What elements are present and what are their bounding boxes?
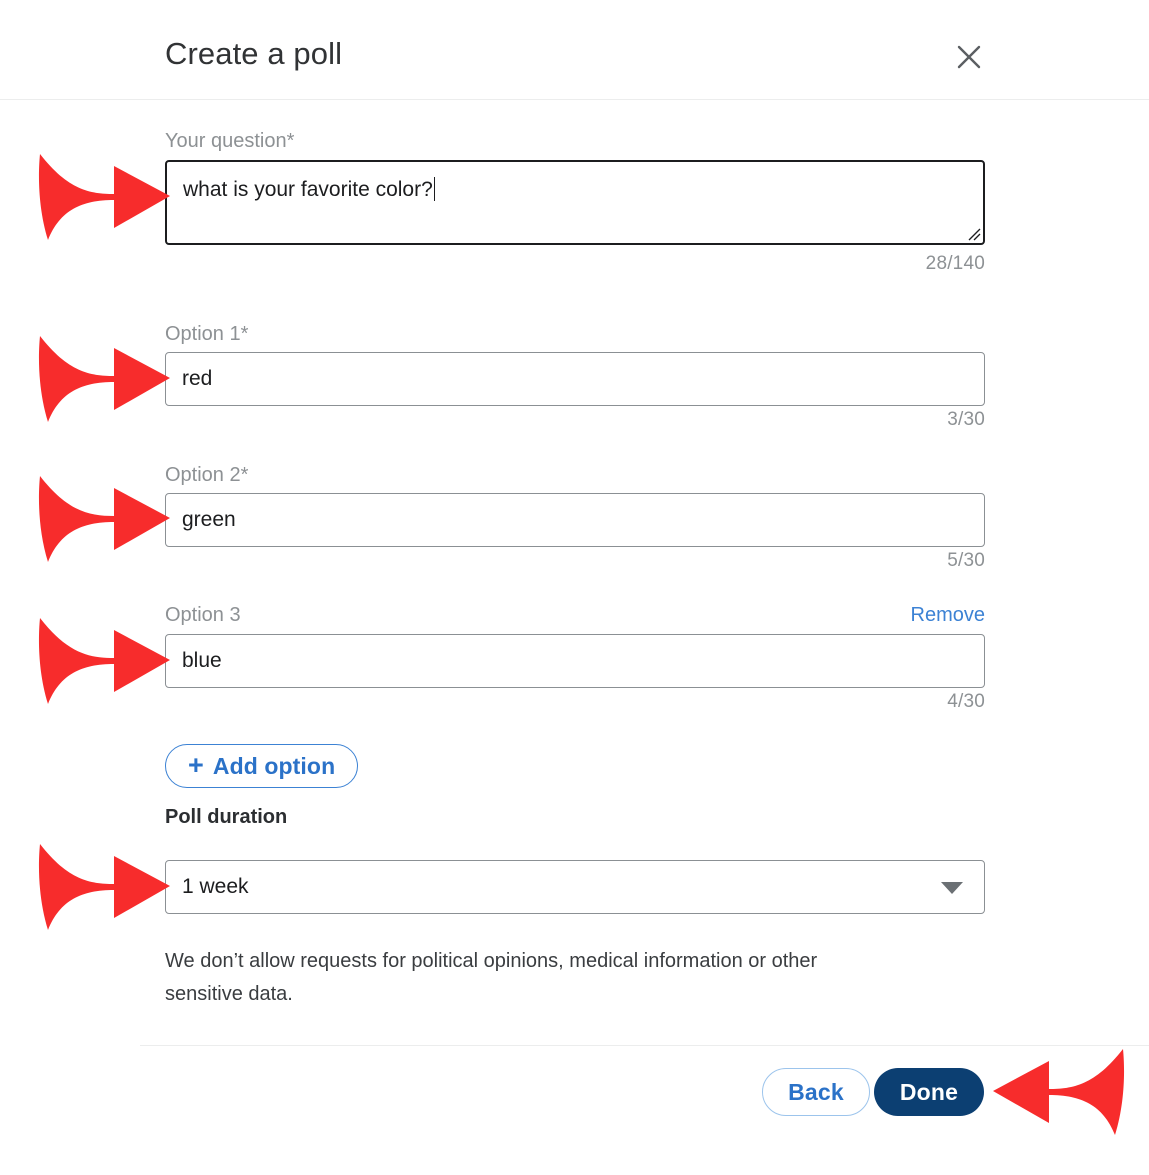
plus-icon: +: [188, 749, 204, 780]
footer-divider: [140, 1045, 1149, 1046]
arrow-to-poll-duration-select: [38, 838, 173, 933]
close-icon: [954, 42, 984, 72]
page-title: Create a poll: [165, 36, 343, 71]
done-button[interactable]: Done: [874, 1068, 984, 1116]
poll-duration-select[interactable]: 1 week: [165, 860, 985, 914]
back-button[interactable]: Back: [762, 1068, 870, 1116]
option-3-label-row: Option 3 Remove: [165, 602, 985, 628]
dialog-header: Create a poll: [0, 0, 1149, 100]
option-3-input-wrap: [165, 634, 985, 688]
option-3-input[interactable]: [165, 634, 985, 688]
arrow-to-done-button: [990, 1043, 1125, 1138]
question-char-counter: 28/140: [925, 253, 985, 274]
text-cursor: [433, 177, 436, 201]
option-2-char-counter: 5/30: [947, 550, 985, 571]
sensitive-data-disclaimer: We don’t allow requests for political op…: [165, 950, 818, 1005]
option-3-counter-wrap: 4/30: [165, 691, 985, 713]
add-option-button[interactable]: + Add option: [165, 744, 359, 788]
option-1-input[interactable]: [165, 352, 985, 406]
add-option-label: Add option: [212, 752, 336, 779]
question-input[interactable]: what is your favorite color?: [165, 160, 985, 245]
question-field-group: Your question*: [165, 128, 985, 154]
option-2-label-row: Option 2*: [165, 462, 985, 488]
question-label: Your question*: [165, 130, 295, 152]
option-1-label: Option 1*: [165, 323, 249, 345]
poll-duration-select-wrap: 1 week: [165, 860, 985, 914]
arrow-to-option-1-field: [38, 330, 173, 425]
question-input-wrap: what is your favorite color?: [165, 160, 985, 245]
question-input-value: what is your favorite color?: [183, 178, 433, 201]
option-2-input[interactable]: [165, 493, 985, 547]
option-2-label: Option 2*: [165, 464, 249, 486]
option-2-counter-wrap: 5/30: [165, 550, 985, 572]
option-2-input-wrap: [165, 493, 985, 547]
option-1-char-counter: 3/30: [947, 409, 985, 430]
option-3-label: Option 3: [165, 604, 241, 626]
option-3-char-counter: 4/30: [947, 691, 985, 712]
poll-duration-value: 1 week: [182, 875, 249, 898]
option-1-counter-wrap: 3/30: [165, 409, 985, 431]
option-1-input-wrap: [165, 352, 985, 406]
create-poll-dialog: Create a poll Your question* what is you…: [0, 0, 1149, 1175]
arrow-to-question-field: [38, 148, 173, 243]
question-counter-wrap: 28/140: [165, 253, 985, 275]
arrow-to-option-2-field: [38, 470, 173, 565]
arrow-to-option-3-field: [38, 612, 173, 707]
option-1-label-row: Option 1*: [165, 321, 985, 347]
poll-duration-label: Poll duration: [165, 806, 288, 828]
remove-option-3-button[interactable]: Remove: [911, 604, 985, 627]
close-button[interactable]: [945, 33, 993, 81]
